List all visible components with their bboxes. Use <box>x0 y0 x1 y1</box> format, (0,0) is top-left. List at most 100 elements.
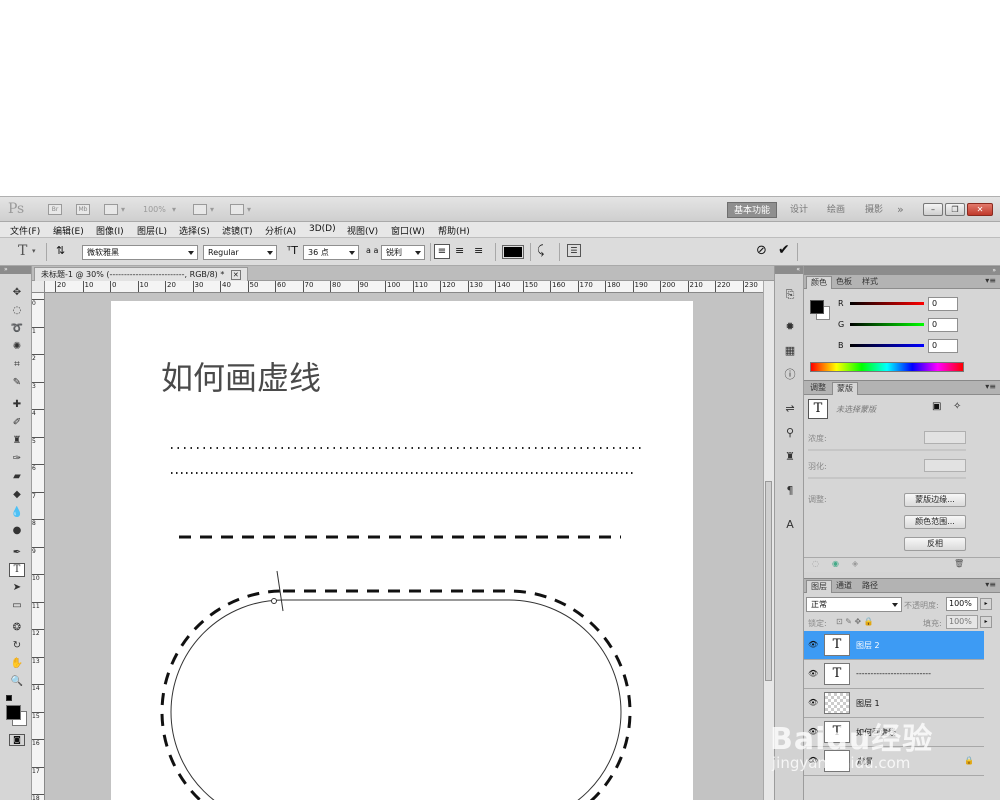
menu-image[interactable]: 图像(I) <box>96 224 124 237</box>
chevron-right-icon[interactable]: ▸ <box>980 616 992 628</box>
info-panel-icon[interactable]: ⓘ <box>782 368 798 382</box>
path-selection-tool-icon[interactable]: ➤ <box>9 581 25 595</box>
r-slider[interactable] <box>850 302 924 305</box>
align-center-icon[interactable]: ≡ <box>455 244 464 257</box>
crop-tool-icon[interactable]: ⌗ <box>9 358 25 372</box>
pixel-mask-icon[interactable]: ▣ <box>932 401 941 412</box>
tool-presets-icon[interactable]: ♜ <box>782 450 798 464</box>
hand-tool-icon[interactable]: ✋ <box>9 657 25 671</box>
menu-help[interactable]: 帮助(H) <box>438 224 470 237</box>
type-tool-icon[interactable]: T <box>9 563 25 577</box>
menu-view[interactable]: 视图(V) <box>347 224 378 237</box>
chevron-down-icon[interactable]: ▾ <box>247 205 251 214</box>
tab-styles[interactable]: 样式 <box>858 276 882 289</box>
layer-row[interactable]: 👁 背景 🔒 <box>804 747 984 776</box>
trash-icon[interactable]: 🗑 <box>954 559 964 568</box>
panel-collapse-icon[interactable]: » <box>804 267 1000 275</box>
shape-tool-icon[interactable]: ▭ <box>9 599 25 613</box>
chevron-down-icon[interactable]: ▾ <box>32 247 36 255</box>
fill-input[interactable]: 100% <box>946 615 978 629</box>
workspace-photography[interactable]: 摄影 <box>859 202 889 218</box>
eye-icon[interactable]: ◉ <box>832 559 839 568</box>
move-tool-icon[interactable]: ✥ <box>9 286 25 300</box>
navigator-panel-icon[interactable]: ✹ <box>782 320 798 334</box>
menu-select[interactable]: 选择(S) <box>179 224 210 237</box>
histogram-panel-icon[interactable]: ▦ <box>782 344 798 358</box>
view-extras-icon[interactable] <box>104 204 118 215</box>
character-panel-icon[interactable]: ☰ <box>567 244 581 257</box>
dock-collapse-icon[interactable]: « <box>775 266 803 274</box>
workspace-essentials[interactable]: 基本功能 <box>727 202 778 218</box>
foreground-swatch[interactable] <box>810 300 824 314</box>
panel-menu-icon[interactable]: ▾≡ <box>985 276 996 285</box>
eye-icon[interactable]: 👁 <box>808 727 818 737</box>
eye-icon[interactable]: 👁 <box>808 756 818 766</box>
tab-layers[interactable]: 图层 <box>806 580 832 593</box>
zoom-tool-icon[interactable]: 🔍 <box>9 675 25 689</box>
menu-layer[interactable]: 图层(L) <box>137 224 167 237</box>
anti-alias-select[interactable]: 锐利 <box>381 245 425 260</box>
opacity-input[interactable]: 100% <box>946 597 978 611</box>
align-right-icon[interactable]: ≡ <box>474 244 483 257</box>
default-colors-icon[interactable] <box>6 695 12 701</box>
panel-menu-icon[interactable]: ▾≡ <box>985 382 996 391</box>
blend-mode-select[interactable]: 正常 <box>806 597 902 612</box>
font-family-select[interactable]: 微软雅黑 <box>82 245 198 260</box>
density-input[interactable] <box>924 431 966 444</box>
tab-swatches[interactable]: 色板 <box>832 276 856 289</box>
feather-slider[interactable] <box>808 477 966 479</box>
eyedropper-tool-icon[interactable]: ✎ <box>9 376 25 390</box>
3d-rotate-tool-icon[interactable]: ❂ <box>9 621 25 635</box>
layer-row[interactable]: 👁 图层 1 <box>804 689 984 718</box>
horizontal-ruler[interactable]: 20 10 0 10 20 30 40 50 60 70 80 90 100 110 120 130 140 15… <box>45 281 763 293</box>
screen-mode-icon[interactable] <box>230 204 244 215</box>
quick-mask-icon[interactable]: ◙ <box>9 734 25 746</box>
mask-edge-button[interactable]: 蒙版边缘... <box>904 493 966 507</box>
close-icon[interactable]: ✕ <box>230 270 241 280</box>
pen-tool-icon[interactable]: ✒ <box>9 546 25 560</box>
vertical-scrollbar[interactable] <box>763 281 774 800</box>
chevron-right-icon[interactable]: ▸ <box>980 598 992 610</box>
r-value[interactable]: 0 <box>928 297 958 311</box>
lasso-tool-icon[interactable]: ➰ <box>9 322 25 336</box>
character-panel-icon[interactable]: A <box>782 518 798 532</box>
tab-channels[interactable]: 通道 <box>832 580 856 593</box>
chevron-down-icon[interactable]: ▾ <box>172 205 176 214</box>
commit-icon[interactable]: ✔ <box>778 242 790 258</box>
layer-row[interactable]: 👁 T 图层 2 <box>804 631 984 660</box>
vector-mask-icon[interactable]: ✧ <box>953 401 961 412</box>
ruler-origin[interactable] <box>32 281 45 293</box>
eye-icon[interactable]: 👁 <box>808 669 818 679</box>
text-color-swatch[interactable] <box>502 245 524 259</box>
history-panel-icon[interactable]: ⎘ <box>782 288 798 302</box>
eraser-tool-icon[interactable]: ▰ <box>9 470 25 484</box>
density-slider[interactable] <box>808 449 966 451</box>
eye-icon[interactable]: 👁 <box>808 698 818 708</box>
font-style-select[interactable]: Regular <box>203 245 277 260</box>
3d-orbit-tool-icon[interactable]: ↻ <box>9 639 25 653</box>
document-tab[interactable]: 未标题-1 @ 30% (--------------------------,… <box>34 267 248 281</box>
blur-tool-icon[interactable]: 💧 <box>9 506 25 520</box>
g-value[interactable]: 0 <box>928 318 958 332</box>
arrange-documents-icon[interactable] <box>193 204 207 215</box>
workspace-design[interactable]: 设计 <box>784 202 814 218</box>
lock-icons[interactable]: ⊡ ✎ ✥ 🔒 <box>836 617 874 626</box>
tab-adjustments[interactable]: 调整 <box>806 382 830 395</box>
brush-tool-icon[interactable]: ✐ <box>9 416 25 430</box>
brush-presets-icon[interactable]: ⇌ <box>782 402 798 416</box>
warp-text-icon[interactable]: ⤹ <box>537 243 544 258</box>
apply-mask-icon[interactable]: ◈ <box>852 559 858 568</box>
align-left-icon[interactable]: ≡ <box>434 244 450 259</box>
cancel-icon[interactable]: ⊘ <box>756 243 767 258</box>
color-range-button[interactable]: 颜色范围... <box>904 515 966 529</box>
feather-input[interactable] <box>924 459 966 472</box>
tab-masks[interactable]: 蒙版 <box>832 382 858 395</box>
eye-icon[interactable]: 👁 <box>808 640 818 650</box>
history-brush-tool-icon[interactable]: ✑ <box>9 452 25 466</box>
zoom-level[interactable]: 100% <box>143 205 166 214</box>
healing-brush-tool-icon[interactable]: ✚ <box>9 398 25 412</box>
b-value[interactable]: 0 <box>928 339 958 353</box>
quick-select-tool-icon[interactable]: ✺ <box>9 340 25 354</box>
menu-filter[interactable]: 滤镜(T) <box>222 224 253 237</box>
tool-preset-icon[interactable]: T <box>18 243 27 259</box>
